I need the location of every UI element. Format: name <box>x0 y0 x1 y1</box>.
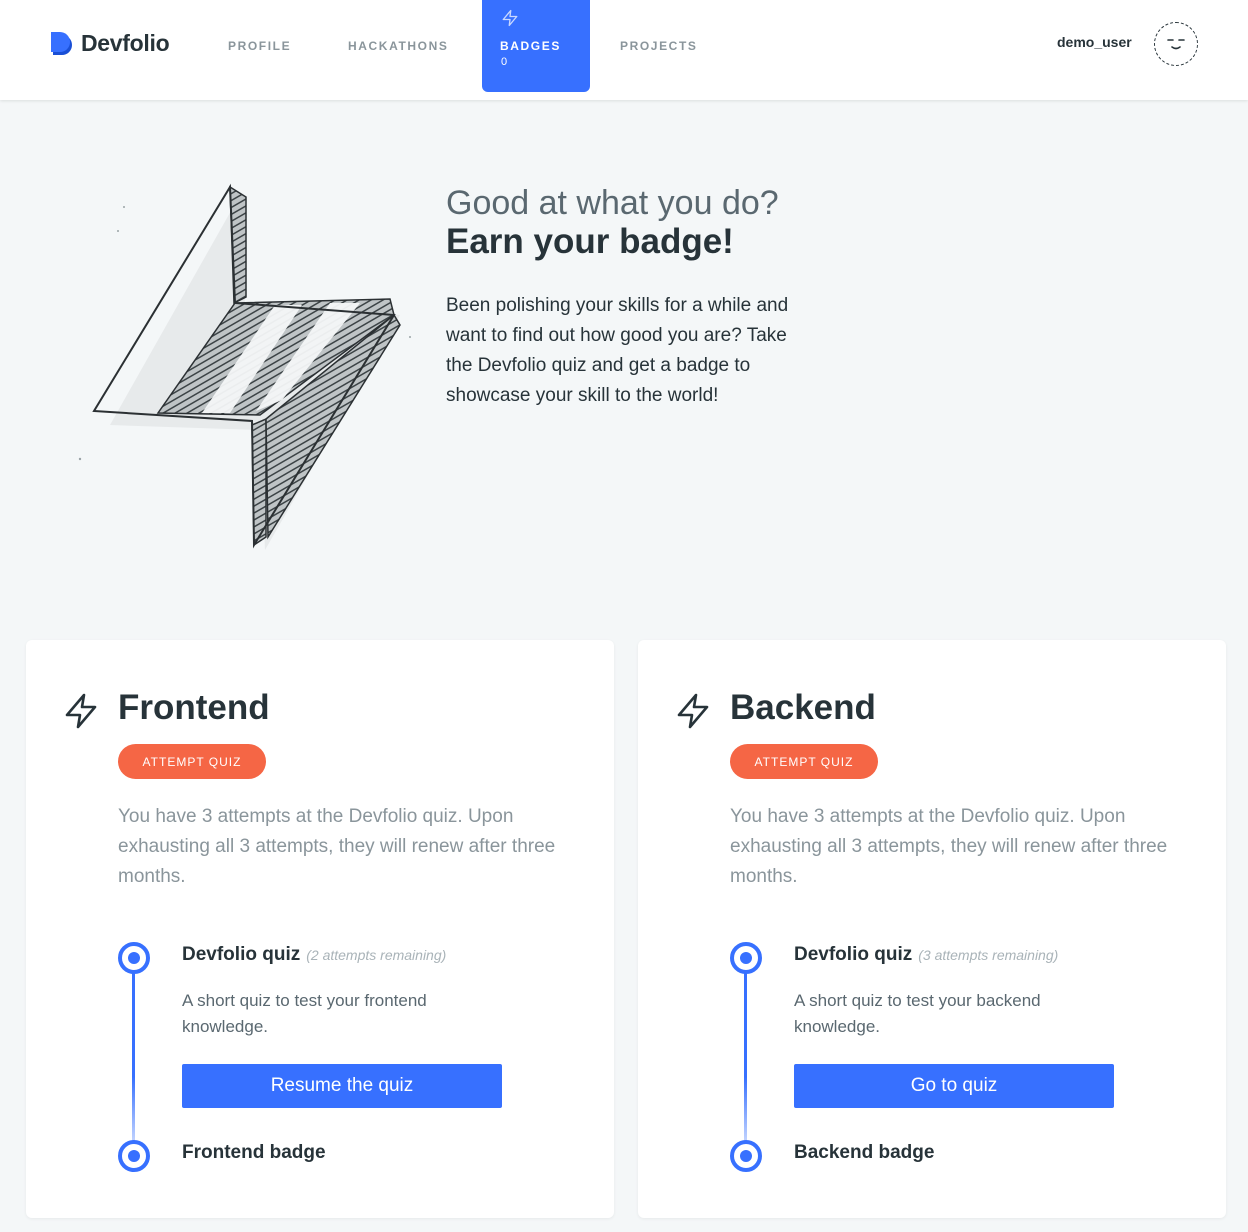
card-title: Frontend <box>118 688 270 727</box>
attempts-remaining: (3 attempts remaining) <box>918 947 1059 963</box>
resume-quiz-button[interactable]: Resume the quiz <box>182 1064 502 1108</box>
bolt-icon <box>502 9 518 27</box>
hero-subtitle: Good at what you do? <box>446 184 779 222</box>
quiz-description: A short quiz to test your backend knowle… <box>794 991 1041 1036</box>
card-title: Backend <box>730 688 876 727</box>
bolt-icon <box>65 693 97 729</box>
quiz-description: A short quiz to test your frontend knowl… <box>182 991 427 1036</box>
quiz-step-title: Devfolio quiz (2 attempts remaining) <box>182 944 446 966</box>
devfolio-logo-icon <box>51 31 72 55</box>
card-description: You have 3 attempts at the Devfolio quiz… <box>118 806 556 887</box>
timeline-step-dot <box>730 1140 762 1172</box>
quiz-name: Devfolio quiz <box>794 944 913 965</box>
nav-profile[interactable]: PROFILE <box>228 0 291 92</box>
timeline-step-dot <box>118 1140 150 1172</box>
timeline-step-dot <box>730 942 762 974</box>
user-name[interactable]: demo_user <box>1057 34 1132 50</box>
nav-badges-label: BADGES <box>500 39 561 53</box>
attempt-quiz-button[interactable]: ATTEMPT QUIZ <box>118 744 266 779</box>
hero-title: Earn your badge! <box>446 222 734 261</box>
timeline-step-dot <box>118 942 150 974</box>
smiley-face-icon <box>1167 39 1185 50</box>
brand-logo[interactable]: Devfolio <box>50 30 170 57</box>
nav-badges[interactable]: BADGES 0 <box>482 0 590 92</box>
badge-card-frontend: Frontend ATTEMPT QUIZ You have 3 attempt… <box>26 640 614 1218</box>
bolt-icon <box>677 693 709 729</box>
timeline-line <box>132 958 135 1156</box>
timeline-line <box>744 958 747 1156</box>
nav-hackathons[interactable]: HACKATHONS <box>348 0 448 92</box>
card-description: You have 3 attempts at the Devfolio quiz… <box>730 806 1168 887</box>
badge-step-title: Frontend badge <box>182 1142 326 1163</box>
quiz-step-title: Devfolio quiz (3 attempts remaining) <box>794 944 1058 966</box>
avatar[interactable] <box>1154 22 1198 66</box>
hero-description: Been polishing your skills for a while a… <box>446 295 789 406</box>
badge-card-backend: Backend ATTEMPT QUIZ You have 3 attempts… <box>638 640 1226 1218</box>
attempts-remaining: (2 attempts remaining) <box>306 947 447 963</box>
badge-step-title: Backend badge <box>794 1142 935 1163</box>
go-to-quiz-button[interactable]: Go to quiz <box>794 1064 1114 1108</box>
attempt-quiz-button[interactable]: ATTEMPT QUIZ <box>730 744 878 779</box>
brand-name: Devfolio <box>81 30 170 56</box>
lightning-bolt-illustration <box>78 183 411 550</box>
nav-projects[interactable]: PROJECTS <box>620 0 697 92</box>
quiz-name: Devfolio quiz <box>182 944 301 965</box>
nav-badges-count: 0 <box>501 56 509 68</box>
top-navigation-bar: Devfolio PROFILE HACKATHONS BADGES 0 PRO… <box>0 0 1248 100</box>
